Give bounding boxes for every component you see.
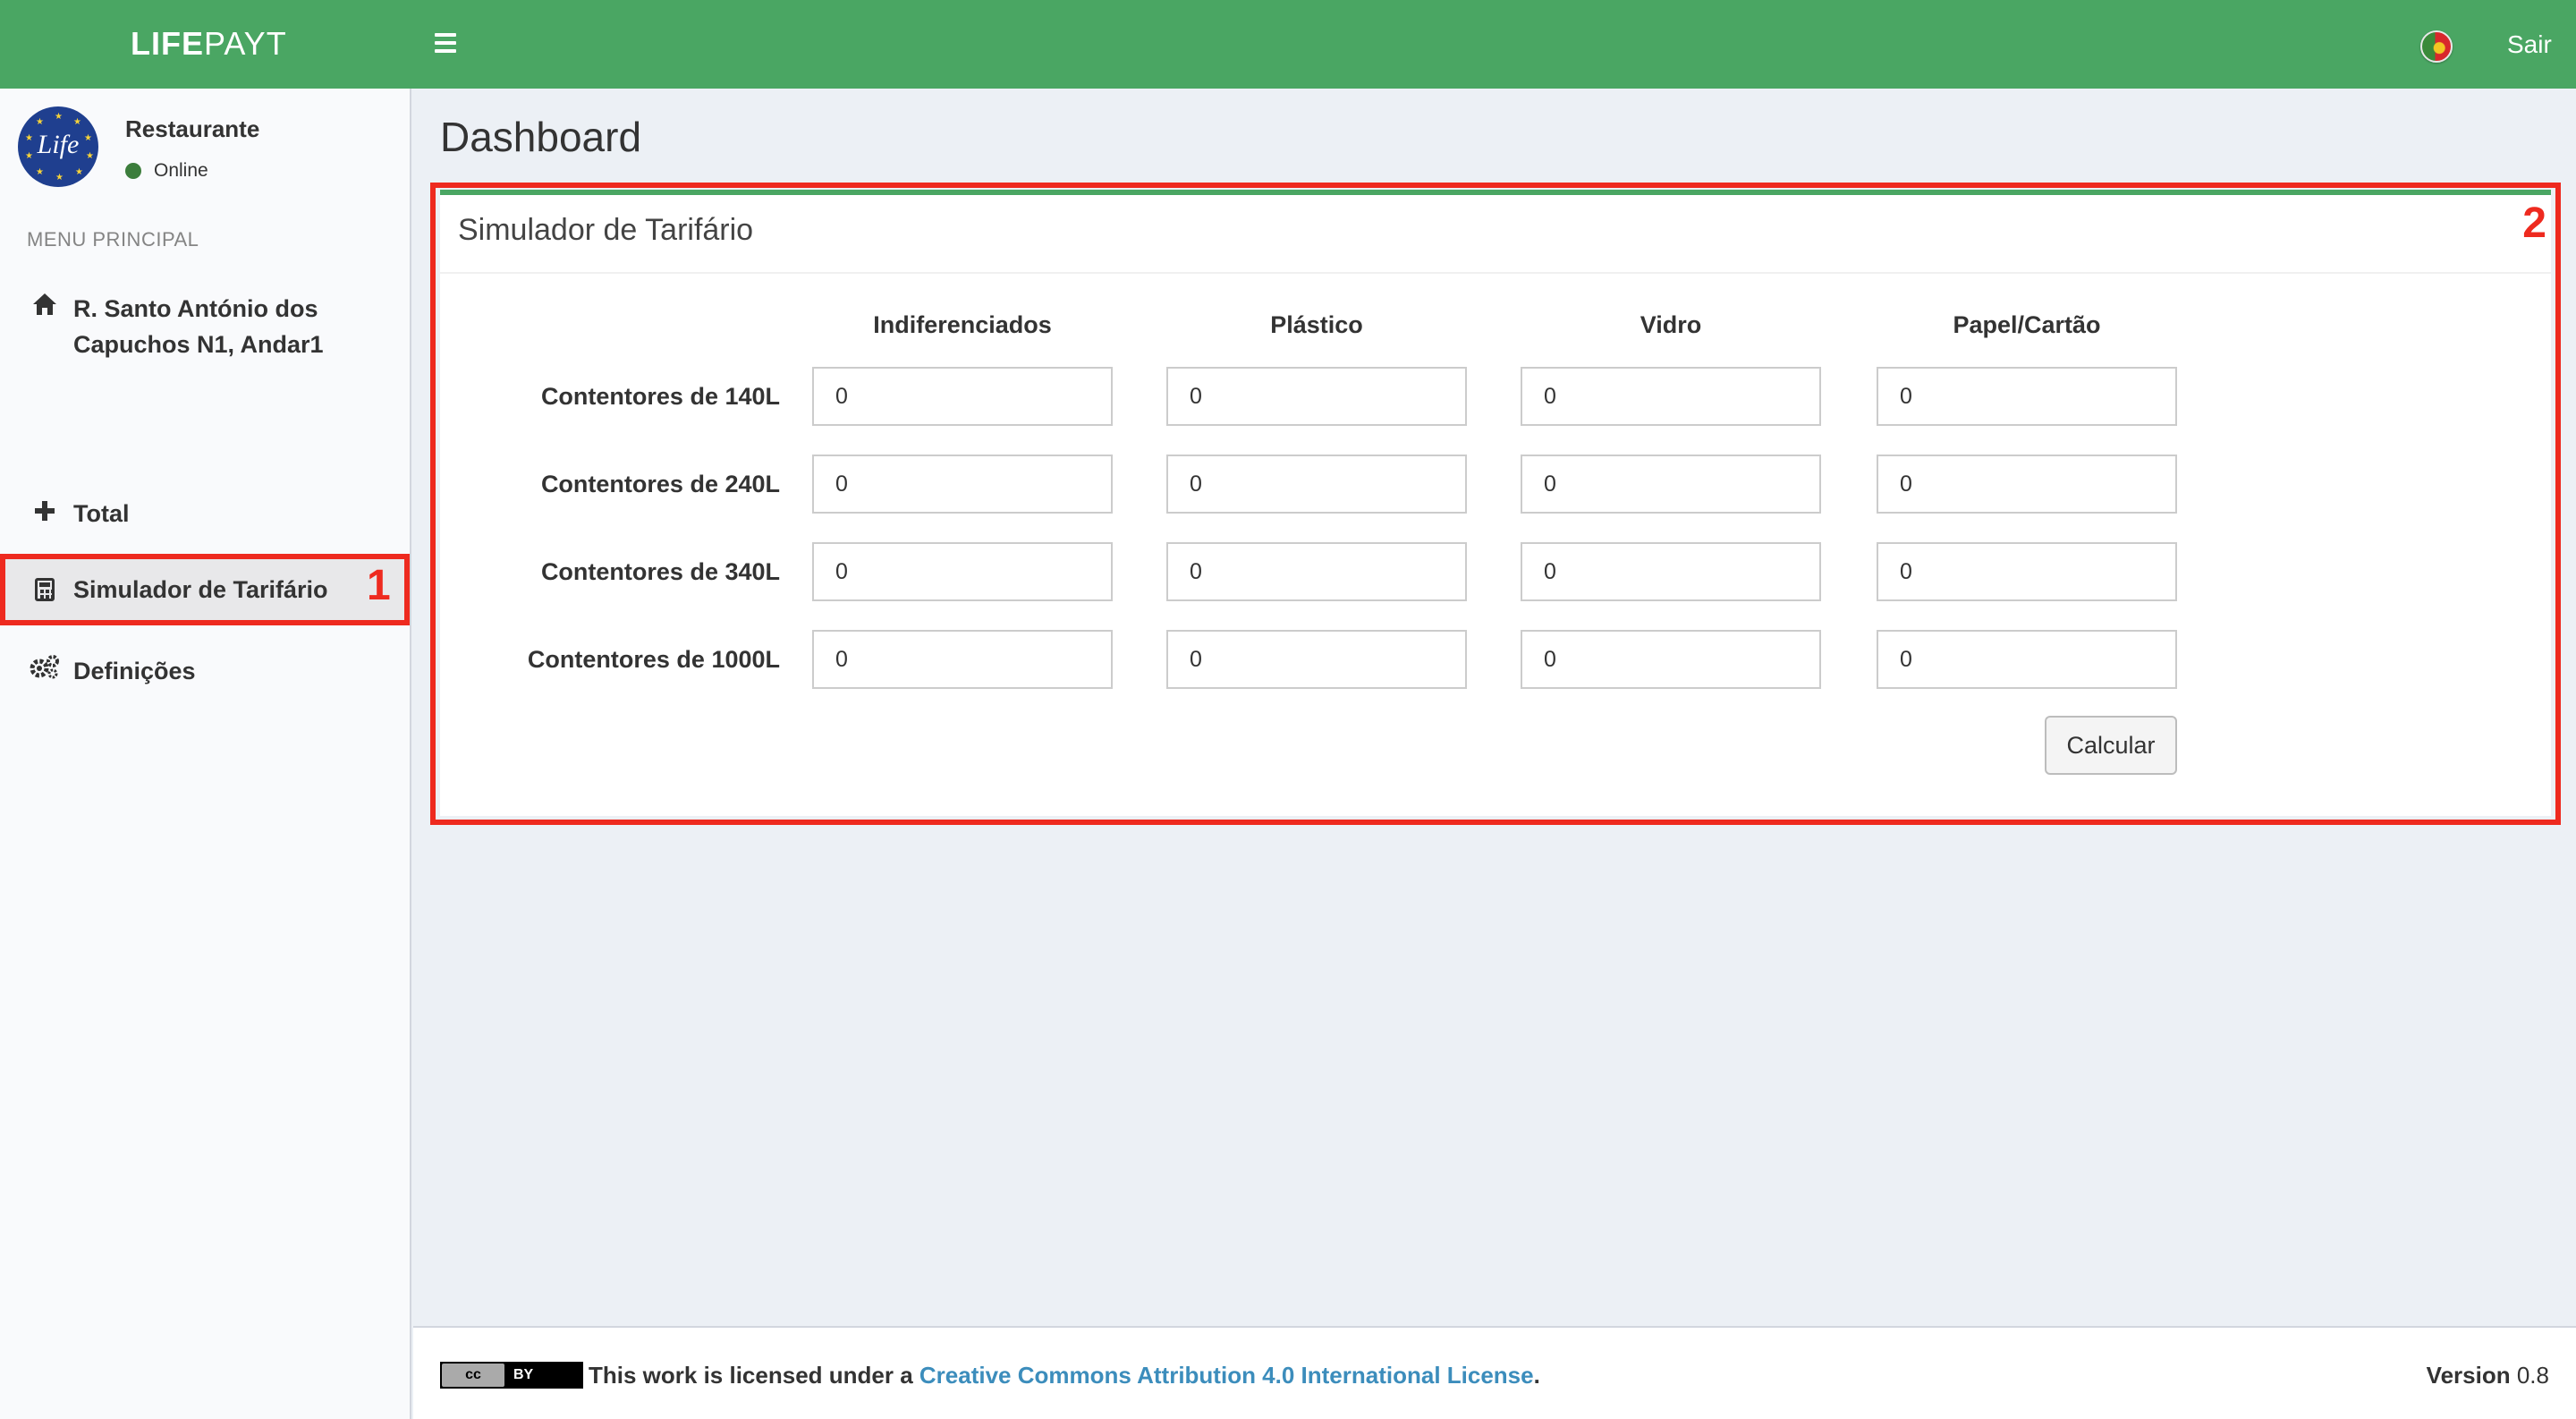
input-140l-plastico[interactable] [1166, 367, 1467, 426]
input-140l-indiferenciados[interactable] [812, 367, 1113, 426]
logo-bold-text: LIFE [131, 25, 204, 62]
top-navbar: LIFEPAYT Sair [0, 0, 2576, 89]
column-header-vidro: Vidro [1640, 311, 1702, 338]
annotation-marker-1: 1 [367, 562, 391, 609]
version-label: Version [2426, 1362, 2511, 1389]
gears-icon [29, 650, 61, 692]
panel-title: Simulador de Tarifário [458, 213, 754, 247]
license-text: This work is licensed under a Creative C… [589, 1362, 1540, 1389]
sidebar-item-address[interactable]: R. Santo António dos Capuchos N1, Andar1 [0, 291, 410, 362]
input-240l-vidro[interactable] [1521, 455, 1821, 514]
home-icon [29, 291, 61, 327]
avatar-life-text: Life [37, 130, 80, 159]
plus-icon [29, 493, 61, 534]
sidebar-item-simulador[interactable]: Simulador de Tarifário 1 [0, 554, 410, 625]
row-label-1000l: Contentores de 1000L [527, 646, 780, 673]
input-1000l-indiferenciados[interactable] [812, 630, 1113, 689]
input-1000l-plastico[interactable] [1166, 630, 1467, 689]
input-240l-plastico[interactable] [1166, 455, 1467, 514]
calculate-button[interactable]: Calcular [2045, 716, 2177, 775]
input-340l-vidro[interactable] [1521, 542, 1821, 601]
sidebar-item-total[interactable]: Total [0, 493, 410, 534]
row-label-340l: Contentores de 340L [540, 558, 780, 585]
portugal-flag-icon[interactable] [2420, 30, 2453, 63]
logo-light-text: PAYT [204, 25, 287, 62]
sidebar-item-label: Total [73, 500, 130, 527]
input-340l-papel-cartao[interactable] [1877, 542, 2177, 601]
sidebar-item-label: R. Santo António dos Capuchos N1, Andar1 [73, 295, 324, 358]
license-suffix: . [1533, 1362, 1540, 1389]
by-label: BY [513, 1367, 534, 1382]
page-title: Dashboard [440, 114, 642, 160]
sidebar: ★ ★ ★ ★ ★ ★ ★ ★ ★ ★ Life Restaurante Onl… [0, 89, 411, 1419]
user-status: Online [125, 160, 208, 182]
sidebar-item-definicoes[interactable]: Definições [0, 650, 410, 692]
version-info: Version 0.8 [2427, 1362, 2549, 1389]
logout-link[interactable]: Sair [2507, 30, 2552, 59]
input-140l-vidro[interactable] [1521, 367, 1821, 426]
footer: cc BY This work is licensed under a Crea… [413, 1326, 2576, 1419]
menu-header: MENU PRINCIPAL [27, 228, 199, 251]
avatar: ★ ★ ★ ★ ★ ★ ★ ★ ★ ★ Life [18, 106, 98, 187]
hamburger-menu-icon[interactable] [435, 29, 462, 59]
lifepayt-logo[interactable]: LIFEPAYT [131, 25, 287, 63]
column-header-indiferenciados: Indiferenciados [873, 311, 1052, 338]
input-140l-papel-cartao[interactable] [1877, 367, 2177, 426]
row-label-140l: Contentores de 140L [540, 383, 780, 410]
input-240l-papel-cartao[interactable] [1877, 455, 2177, 514]
column-header-plastico: Plástico [1270, 311, 1363, 338]
input-340l-plastico[interactable] [1166, 542, 1467, 601]
input-1000l-papel-cartao[interactable] [1877, 630, 2177, 689]
tariff-simulator-panel: Simulador de Tarifário Indiferenciados P… [440, 190, 2551, 816]
license-prefix: This work is licensed under a [589, 1362, 919, 1389]
row-label-240l: Contentores de 240L [540, 471, 780, 497]
cc-label: cc [442, 1364, 504, 1387]
online-status-dot-icon [125, 163, 141, 179]
status-label: Online [154, 160, 208, 181]
input-1000l-vidro[interactable] [1521, 630, 1821, 689]
cc-by-badge-icon[interactable]: cc BY [440, 1362, 583, 1389]
input-240l-indiferenciados[interactable] [812, 455, 1113, 514]
version-number: 0.8 [2516, 1362, 2549, 1389]
calculator-icon [29, 574, 61, 605]
column-header-papel-cartao: Papel/Cartão [1953, 311, 2101, 338]
license-link[interactable]: Creative Commons Attribution 4.0 Interna… [919, 1362, 1534, 1389]
sidebar-item-label: Definições [73, 658, 196, 684]
input-340l-indiferenciados[interactable] [812, 542, 1113, 601]
sidebar-item-label: Simulador de Tarifário [73, 575, 328, 603]
user-name: Restaurante [125, 115, 260, 142]
panel-divider [440, 272, 2551, 274]
